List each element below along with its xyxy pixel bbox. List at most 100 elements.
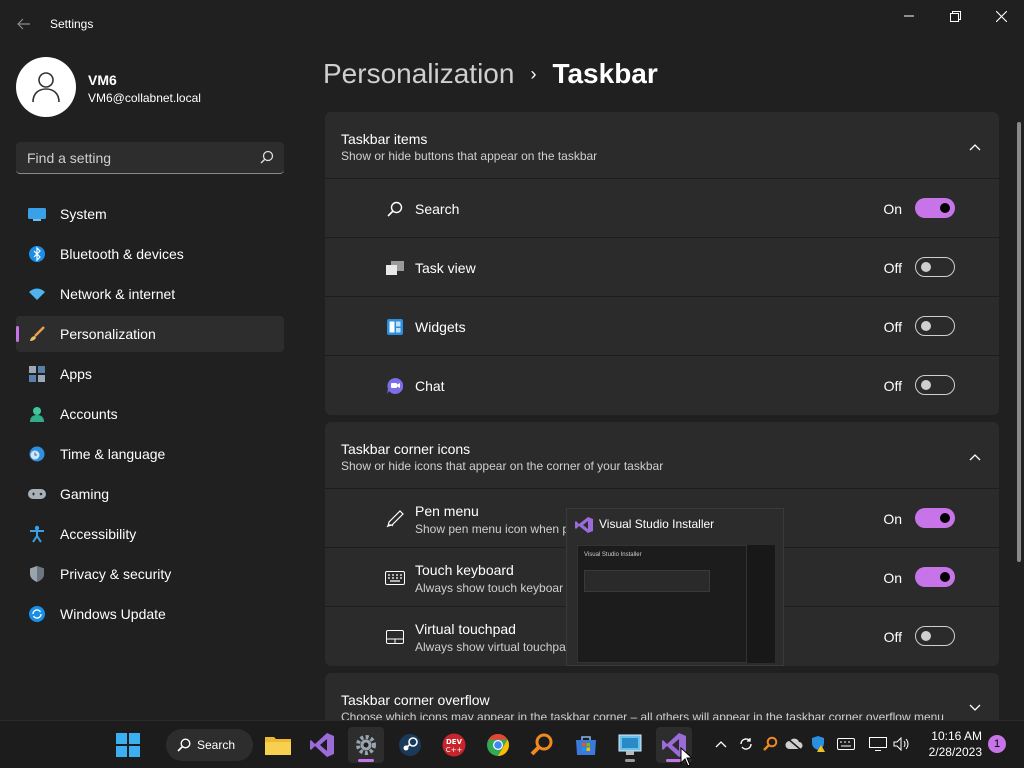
start-button[interactable]: [110, 727, 146, 763]
sidebar-item-time-language[interactable]: Time & language: [16, 436, 284, 472]
clock-time: 10:16 AM: [931, 729, 982, 743]
installer-app-button[interactable]: [612, 727, 648, 763]
chrome-button[interactable]: [480, 727, 516, 763]
chat-toggle[interactable]: [915, 375, 955, 395]
dev-cpp-button[interactable]: DEV C++: [436, 727, 472, 763]
row-label: Widgets: [415, 319, 466, 335]
search-toggle[interactable]: [915, 198, 955, 218]
shield-warning-icon[interactable]: [810, 735, 828, 753]
sidebar-item-label: Accessibility: [60, 526, 137, 542]
toggle-state: Off: [883, 378, 902, 394]
sync-icon[interactable]: [737, 735, 755, 753]
chat-row: Chat Off: [325, 356, 999, 415]
row-subtitle: Always show virtual touchpa: [415, 640, 566, 654]
task-view-icon: [385, 258, 405, 278]
task-view-toggle[interactable]: [915, 257, 955, 277]
person-icon: [32, 72, 60, 103]
sidebar-item-personalization[interactable]: Personalization: [16, 316, 284, 352]
minimize-button[interactable]: [886, 0, 932, 32]
thumbnail-card: [584, 570, 710, 592]
sidebar-item-label: System: [60, 206, 107, 222]
chevron-up-icon[interactable]: [969, 448, 981, 466]
taskbar-items-header[interactable]: Taskbar items Show or hide buttons that …: [325, 112, 999, 179]
sidebar-item-label: Time & language: [60, 446, 166, 462]
chevron-down-icon[interactable]: [969, 699, 981, 717]
sidebar-item-apps[interactable]: Apps: [16, 356, 284, 392]
steam-icon: [399, 734, 421, 756]
profile-name: VM6: [88, 72, 117, 88]
sidebar-item-label: Gaming: [60, 486, 110, 502]
steam-button[interactable]: [392, 727, 428, 763]
magnifier-icon[interactable]: [761, 735, 779, 753]
sidebar-item-label: Bluetooth & devices: [60, 246, 184, 262]
row-label: Search: [415, 201, 460, 217]
taskbar-corner-icons-header[interactable]: Taskbar corner icons Show or hide icons …: [325, 422, 999, 489]
keyboard-icon[interactable]: [837, 735, 855, 753]
visual-studio-button[interactable]: [304, 727, 340, 763]
sidebar-item-bluetooth[interactable]: Bluetooth & devices: [16, 236, 284, 272]
find-setting-input[interactable]: [16, 142, 256, 173]
running-indicator: [625, 759, 635, 762]
visual-studio-icon: [310, 733, 334, 757]
chevron-up-icon[interactable]: [969, 138, 981, 156]
close-button[interactable]: [978, 0, 1024, 32]
search-icon[interactable]: [260, 150, 274, 169]
microsoft-store-button[interactable]: [568, 727, 604, 763]
sidebar-item-windows-update[interactable]: Windows Update: [16, 596, 284, 632]
network-icon[interactable]: [869, 735, 887, 753]
file-explorer-button[interactable]: [260, 727, 296, 763]
title-bar: Settings: [0, 0, 1024, 48]
back-button[interactable]: [10, 12, 38, 36]
toggle-state: On: [883, 201, 902, 217]
toggle-state: Off: [883, 260, 902, 276]
clock-date: 2/28/2023: [928, 745, 982, 759]
avatar[interactable]: [16, 57, 76, 117]
breadcrumb-parent[interactable]: Personalization: [323, 58, 514, 90]
restore-icon: [949, 10, 961, 22]
sidebar-item-system[interactable]: System: [16, 196, 284, 232]
store-icon: [576, 736, 596, 755]
restore-button[interactable]: [932, 0, 978, 32]
widgets-toggle[interactable]: [915, 316, 955, 336]
volume-icon[interactable]: [893, 735, 911, 753]
scrollbar[interactable]: [1017, 122, 1021, 562]
sidebar-item-label: Privacy & security: [60, 566, 172, 582]
toggle-knob: [940, 203, 950, 213]
toggle-knob: [921, 380, 931, 390]
pen-menu-toggle[interactable]: [915, 508, 955, 528]
section-title: Taskbar items: [341, 131, 428, 147]
chrome-icon: [487, 734, 509, 756]
taskbar-clock[interactable]: 10:16 AM 2/28/2023: [918, 728, 982, 760]
sidebar-item-network[interactable]: Network & internet: [16, 276, 284, 312]
visual-studio-icon: [575, 517, 593, 538]
virtual-touchpad-toggle[interactable]: [915, 626, 955, 646]
taskbar-thumbnail-preview[interactable]: Visual Studio Installer Visual Studio In…: [566, 508, 784, 666]
close-icon: [995, 10, 1007, 22]
monitor-icon: [28, 205, 46, 223]
touch-keyboard-toggle[interactable]: [915, 567, 955, 587]
search-icon: [177, 738, 191, 752]
gear-icon: [356, 735, 376, 755]
breadcrumb: Personalization › Taskbar: [323, 58, 658, 90]
taskbar-search-button[interactable]: Search: [166, 729, 253, 761]
installer-icon: [618, 734, 642, 755]
sidebar-item-accessibility[interactable]: Accessibility: [16, 516, 284, 552]
taskbar-corner-overflow-header[interactable]: Taskbar corner overflow Choose which ico…: [325, 673, 999, 722]
toggle-knob: [921, 631, 931, 641]
row-subtitle: Always show touch keyboar: [415, 581, 564, 595]
svg-text:DEV: DEV: [446, 738, 463, 746]
search-app-button[interactable]: [524, 727, 560, 763]
sidebar-item-privacy-security[interactable]: Privacy & security: [16, 556, 284, 592]
clock-globe-icon: [28, 445, 46, 463]
sidebar-item-gaming[interactable]: Gaming: [16, 476, 284, 512]
row-subtitle: Show pen menu icon when p: [415, 522, 570, 536]
section-subtitle: Show or hide buttons that appear on the …: [341, 149, 598, 163]
notification-badge[interactable]: 1: [988, 735, 1006, 753]
chevron-up-icon[interactable]: [712, 735, 730, 753]
sidebar-item-accounts[interactable]: Accounts: [16, 396, 284, 432]
cloud-off-icon[interactable]: [785, 735, 803, 753]
svg-text:C++: C++: [446, 746, 463, 754]
widgets-icon: [385, 317, 405, 337]
search-row: Search On: [325, 179, 999, 238]
settings-taskbar-button[interactable]: [348, 727, 384, 763]
